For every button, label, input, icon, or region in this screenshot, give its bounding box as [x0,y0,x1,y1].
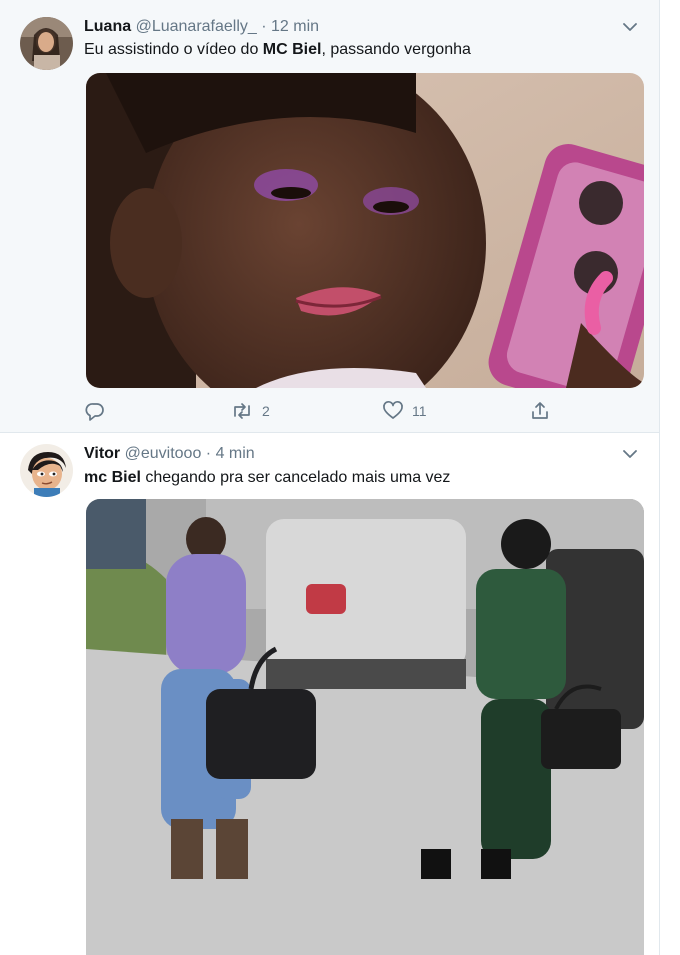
tweet-media-image[interactable] [86,73,644,388]
tweet[interactable]: Luana @Luanarafaelly_ · 12 min Eu assist… [0,0,659,433]
reply-button[interactable] [84,397,114,425]
like-button[interactable]: 11 [382,397,427,425]
chevron-down-icon[interactable] [621,443,639,465]
reply-icon [84,400,106,422]
tweet-text-bold: MC Biel [262,41,322,58]
avatar[interactable] [20,17,73,70]
tweet-timestamp[interactable]: 4 min [216,445,255,462]
tweet-timestamp[interactable]: 12 min [271,18,319,35]
retweet-button[interactable]: 2 [230,397,270,425]
author-handle[interactable]: @Luanarafaelly_ [136,18,257,35]
tweet-text-part: , passando vergonha [321,41,471,58]
tweet[interactable]: Vitor @euvitooo · 4 min mc Biel chegando… [0,433,659,955]
author-name[interactable]: Luana [84,18,131,35]
tweet-header: Luana @Luanarafaelly_ · 12 min [84,16,639,38]
chevron-down-icon[interactable] [621,16,639,38]
retweet-icon [230,400,254,422]
tweet-text-part: Eu assistindo o vídeo do [84,41,263,58]
tweet-text-part: chegando pra ser cancelado mais uma vez [140,469,451,486]
separator-dot: · [205,445,212,462]
author-handle[interactable]: @euvitooo [125,445,202,462]
tweet-media-video[interactable] [86,499,644,955]
tweet-header: Vitor @euvitooo · 4 min [84,443,639,465]
tweet-text: mc Biel chegando pra ser cancelado mais … [84,467,639,489]
like-count: 11 [412,403,427,419]
tweet-text: Eu assistindo o vídeo do MC Biel, passan… [84,39,639,61]
author-name[interactable]: Vitor [84,445,120,462]
tweet-text-bold: mc Biel [84,469,141,486]
separator-dot: · [261,18,267,35]
share-icon [529,400,551,422]
heart-icon [382,400,404,422]
share-button[interactable] [529,397,551,425]
timeline-feed: Luana @Luanarafaelly_ · 12 min Eu assist… [0,0,660,955]
tweet-actions: 2 11 [84,397,564,425]
avatar[interactable] [20,444,73,497]
retweet-count: 2 [262,403,270,419]
